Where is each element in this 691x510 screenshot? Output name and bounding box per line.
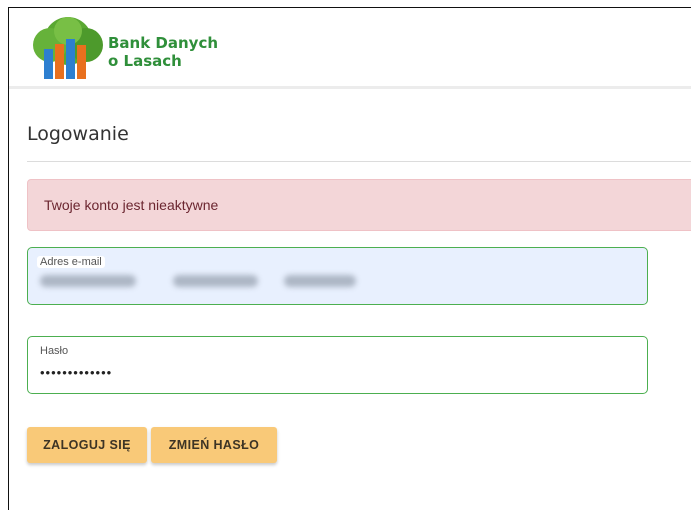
logo-icon[interactable]	[28, 15, 104, 81]
password-value[interactable]: •••••••••••••	[40, 365, 112, 380]
error-alert: Twoje konto jest nieaktywne	[27, 179, 691, 231]
title-divider	[27, 161, 691, 162]
redacted-email-part	[284, 275, 356, 287]
change-password-button[interactable]: ZMIEŃ HASŁO	[151, 427, 277, 463]
header-divider	[9, 86, 691, 89]
password-field[interactable]: Hasło •••••••••••••	[27, 336, 648, 394]
redacted-email-part	[173, 275, 258, 287]
brand-name: Bank Danych o Lasach	[108, 34, 218, 70]
alert-message: Twoje konto jest nieaktywne	[44, 197, 219, 213]
brand-line-1: Bank Danych	[108, 34, 219, 52]
page-title: Logowanie	[27, 123, 129, 145]
brand-line-2: o Lasach	[108, 52, 182, 70]
password-field-label: Hasło	[37, 345, 72, 357]
redacted-email-part	[40, 275, 136, 287]
login-button[interactable]: ZALOGUJ SIĘ	[27, 427, 147, 463]
email-field[interactable]: Adres e-mail	[27, 247, 648, 305]
email-field-label: Adres e-mail	[37, 256, 105, 268]
